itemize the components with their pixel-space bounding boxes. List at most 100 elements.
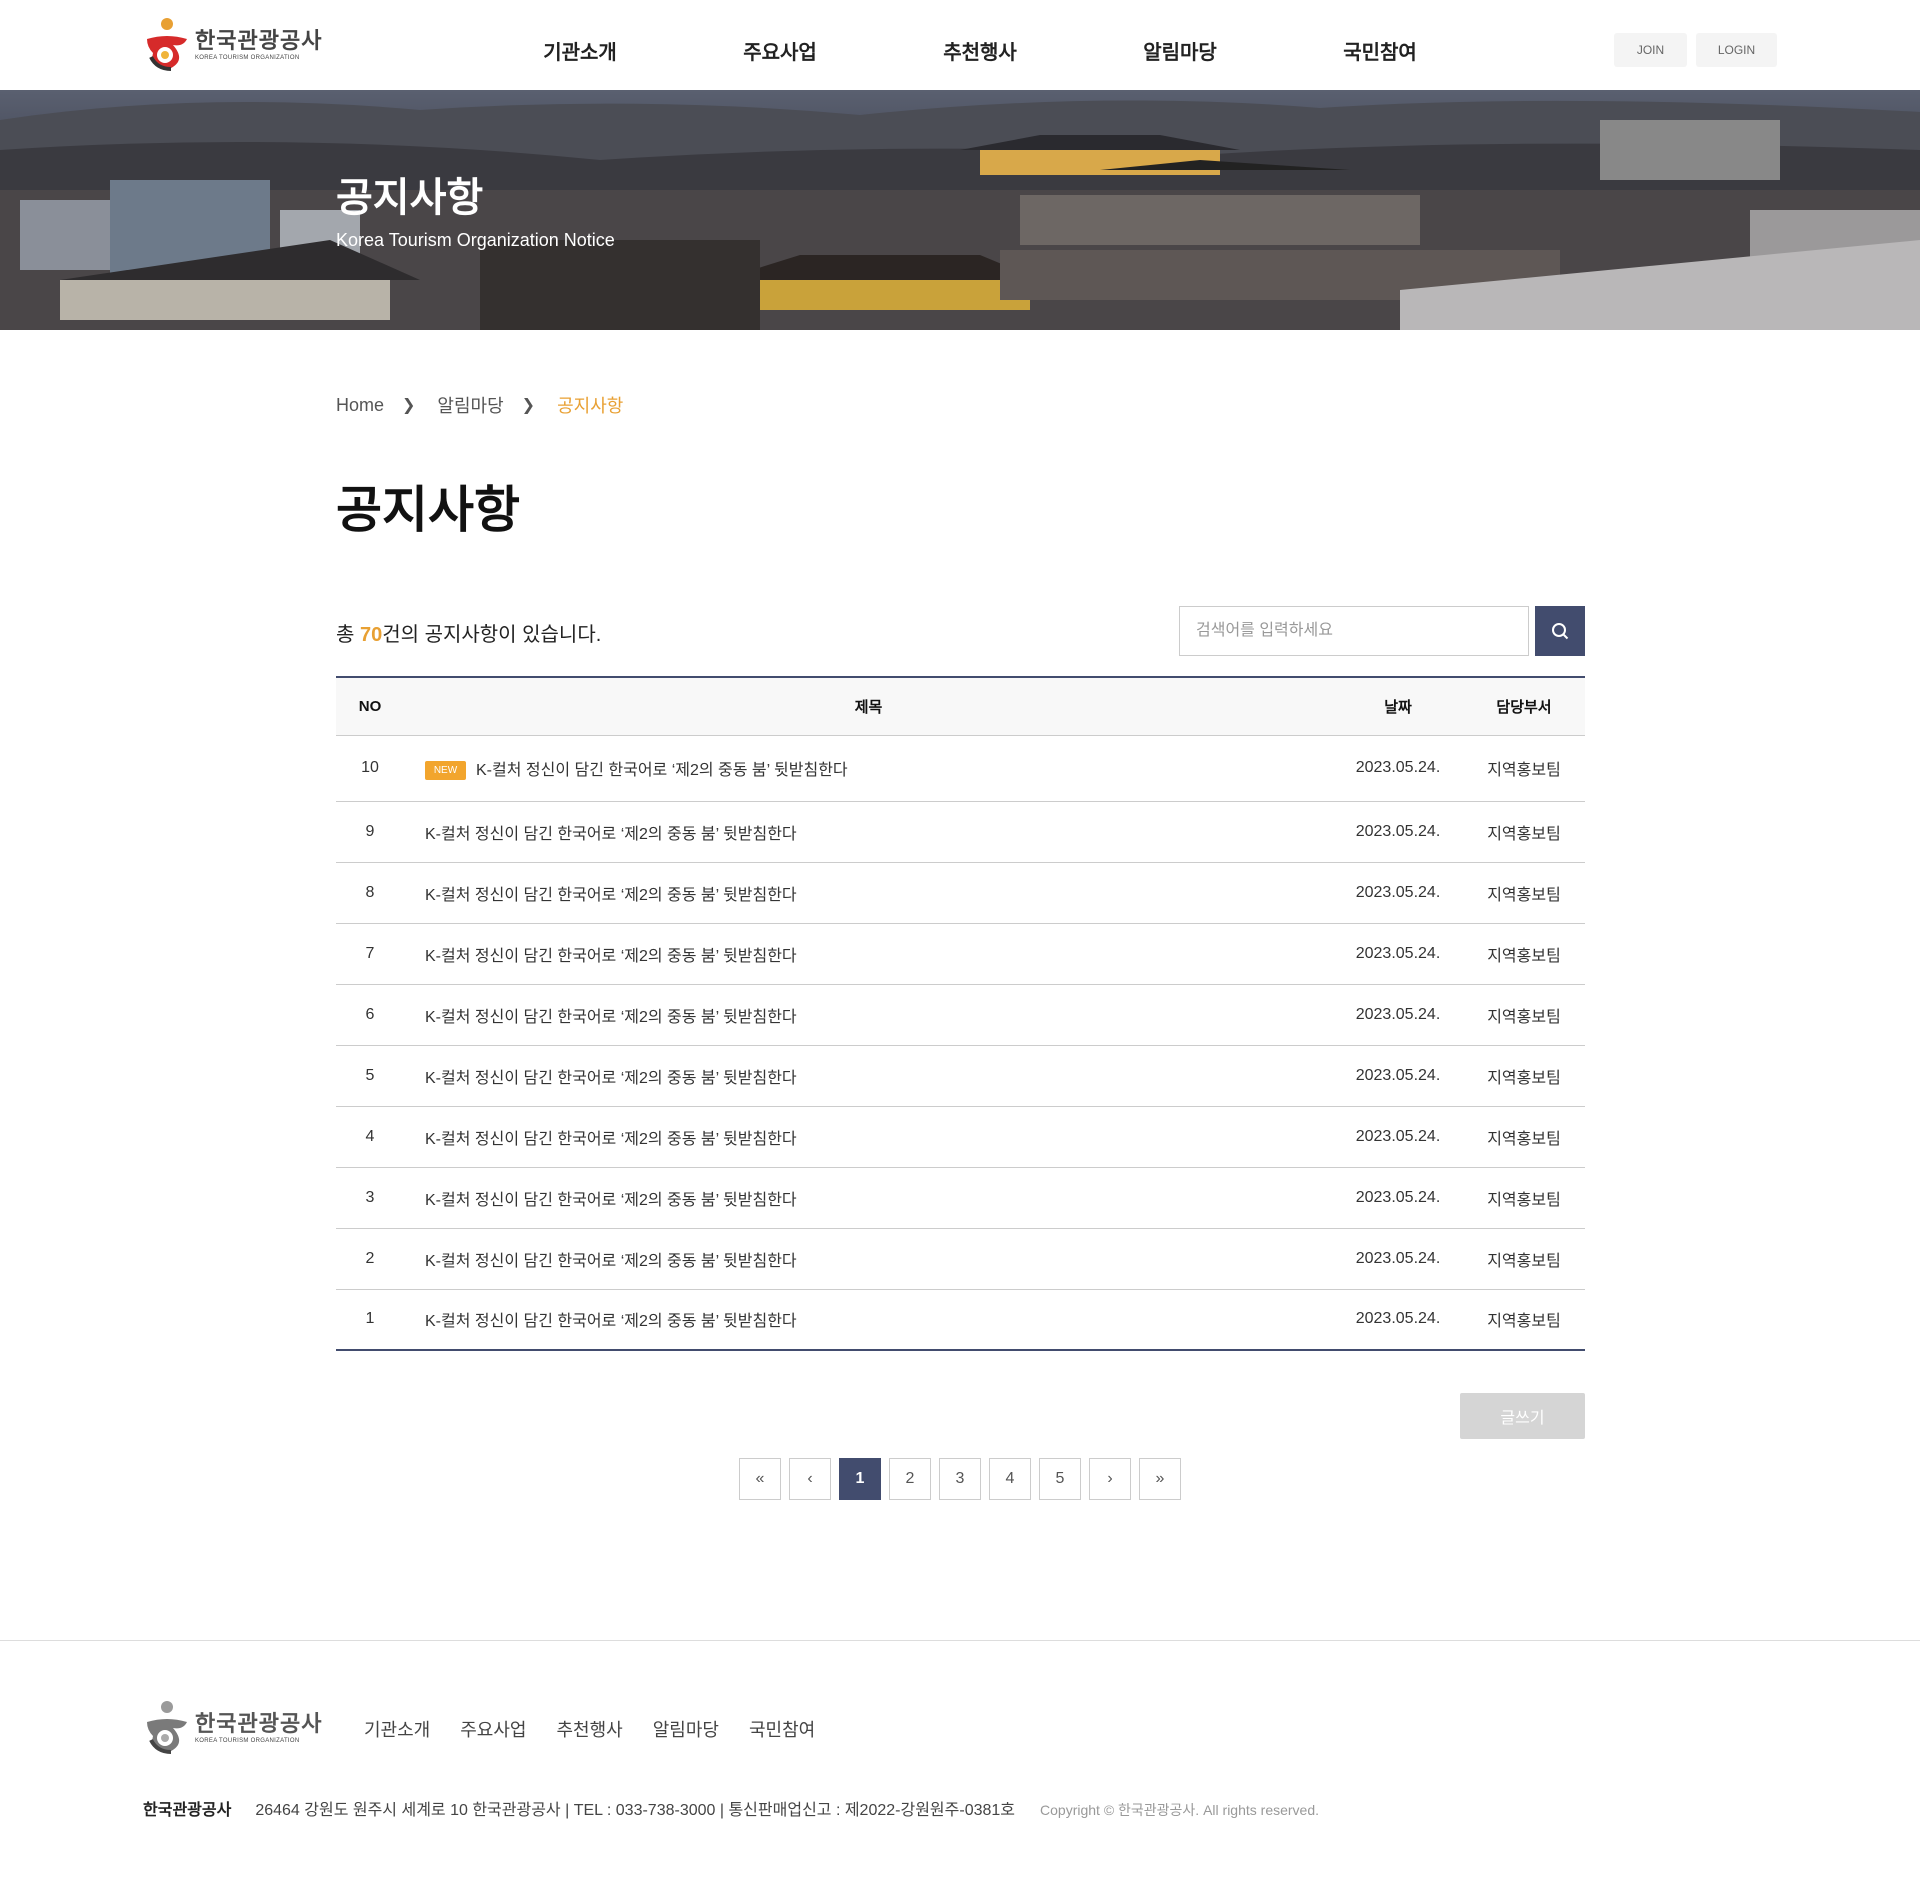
row-title-link[interactable]: K-컬처 정신이 담긴 한국어로 ‘제2의 중동 붐’ 뒷받침한다 [425, 1131, 797, 1148]
table-row[interactable]: 9 K-컬처 정신이 담긴 한국어로 ‘제2의 중동 붐’ 뒷받침한다 2023… [336, 801, 1585, 862]
hero-title: 공지사항 [336, 176, 484, 220]
row-title-cell: K-컬처 정신이 담긴 한국어로 ‘제2의 중동 붐’ 뒷받침한다 [404, 801, 1333, 862]
row-title-link[interactable]: K-컬처 정신이 담긴 한국어로 ‘제2의 중동 붐’ 뒷받침한다 [425, 948, 797, 965]
table-row[interactable]: 1 K-컬처 정신이 담긴 한국어로 ‘제2의 중동 붐’ 뒷받침한다 2023… [336, 1289, 1585, 1350]
row-title-cell: K-컬처 정신이 담긴 한국어로 ‘제2의 중동 붐’ 뒷받침한다 [404, 1289, 1333, 1350]
row-date: 2023.05.24. [1355, 1005, 1441, 1023]
row-dept: 지역홍보팀 [1487, 1130, 1561, 1148]
footer-info: 한국관광공사 26464 강원도 원주시 세계로 10 한국관광공사 | TEL… [143, 1796, 1319, 1820]
nav-item-business[interactable]: 주요사업 [680, 0, 880, 90]
row-date: 2023.05.24. [1355, 1127, 1441, 1145]
logo-text-en: KOREA TOURISM ORGANIZATION [195, 55, 300, 61]
chevron-right-icon: ❯ [521, 397, 536, 414]
nav-item-notice[interactable]: 알림마당 [1080, 0, 1280, 90]
row-title-link[interactable]: K-컬처 정신이 담긴 한국어로 ‘제2의 중동 붐’ 뒷받침한다 [425, 1192, 797, 1209]
page-button-5[interactable]: 5 [1039, 1458, 1081, 1500]
table-row[interactable]: 10 NEW K-컬처 정신이 담긴 한국어로 ‘제2의 중동 붐’ 뒷받침한다 … [336, 735, 1585, 801]
footer-nav-about[interactable]: 기관소개 [364, 1716, 430, 1742]
breadcrumb-level1[interactable]: 알림마당 [437, 392, 503, 418]
nav-item-events[interactable]: 추천행사 [880, 0, 1080, 90]
row-date: 2023.05.24. [1355, 1310, 1441, 1328]
last-page-button[interactable]: » [1139, 1458, 1181, 1500]
table-row[interactable]: 3 K-컬처 정신이 담긴 한국어로 ‘제2의 중동 붐’ 뒷받침한다 2023… [336, 1167, 1585, 1228]
table-row[interactable]: 4 K-컬처 정신이 담긴 한국어로 ‘제2의 중동 붐’ 뒷받침한다 2023… [336, 1106, 1585, 1167]
search-input[interactable] [1179, 606, 1529, 656]
footer-address: 26464 강원도 원주시 세계로 10 한국관광공사 | TEL : 033-… [255, 1802, 1016, 1819]
table-row[interactable]: 5 K-컬처 정신이 담긴 한국어로 ‘제2의 중동 붐’ 뒷받침한다 2023… [336, 1045, 1585, 1106]
row-date: 2023.05.24. [1355, 822, 1441, 840]
footer-nav-participation[interactable]: 국민참여 [749, 1716, 815, 1742]
row-title-cell: K-컬처 정신이 담긴 한국어로 ‘제2의 중동 붐’ 뒷받침한다 [404, 984, 1333, 1045]
footer-nav: 기관소개 주요사업 추천행사 알림마당 국민참여 [364, 1716, 815, 1742]
row-title-cell: K-컬처 정신이 담긴 한국어로 ‘제2의 중동 붐’ 뒷받침한다 [404, 862, 1333, 923]
row-dept: 지역홍보팀 [1487, 1008, 1561, 1026]
footer-logo[interactable]: 한국관광공사 KOREA TOURISM ORGANIZATION [143, 1700, 322, 1756]
row-title-cell: K-컬처 정신이 담긴 한국어로 ‘제2의 중동 붐’ 뒷받침한다 [404, 1106, 1333, 1167]
footer-logo-text-en: KOREA TOURISM ORGANIZATION [195, 1738, 300, 1744]
row-no: 5 [365, 1066, 375, 1084]
footer-copyright: Copyright © 한국관광공사. All rights reserved. [1040, 1802, 1320, 1818]
write-button[interactable]: 글쓰기 [1460, 1393, 1585, 1439]
site-logo[interactable]: 한국관광공사 KOREA TOURISM ORGANIZATION [143, 17, 322, 73]
row-date: 2023.05.24. [1355, 944, 1441, 962]
footer-org-name: 한국관광공사 [143, 1802, 232, 1819]
table-body: 10 NEW K-컬처 정신이 담긴 한국어로 ‘제2의 중동 붐’ 뒷받침한다 … [336, 735, 1585, 1350]
nav-item-participation[interactable]: 국민참여 [1280, 0, 1480, 90]
row-title-link[interactable]: K-컬처 정신이 담긴 한국어로 ‘제2의 중동 붐’ 뒷받침한다 [425, 1009, 797, 1026]
row-dept: 지역홍보팀 [1487, 825, 1561, 843]
notice-table: NO 제목 날짜 담당부서 10 NEW K-컬처 정신이 담긴 한국어로 ‘제2… [336, 676, 1585, 1351]
row-no: 6 [365, 1005, 375, 1023]
row-dept: 지역홍보팀 [1487, 1069, 1561, 1087]
row-title-link[interactable]: K-컬처 정신이 담긴 한국어로 ‘제2의 중동 붐’ 뒷받침한다 [476, 762, 848, 779]
footer-divider [0, 1640, 1920, 1641]
breadcrumb-current: 공지사항 [557, 396, 624, 416]
table-row[interactable]: 8 K-컬처 정신이 담긴 한국어로 ‘제2의 중동 붐’ 뒷받침한다 2023… [336, 862, 1585, 923]
row-title-link[interactable]: K-컬처 정신이 담긴 한국어로 ‘제2의 중동 붐’ 뒷받침한다 [425, 1070, 797, 1087]
row-title-link[interactable]: K-컬처 정신이 담긴 한국어로 ‘제2의 중동 붐’ 뒷받침한다 [425, 887, 797, 904]
page-button-4[interactable]: 4 [989, 1458, 1031, 1500]
search-button[interactable] [1535, 606, 1585, 656]
footer-nav-notice[interactable]: 알림마당 [653, 1716, 719, 1742]
row-no: 7 [365, 944, 375, 962]
page-button-2[interactable]: 2 [889, 1458, 931, 1500]
row-no: 4 [365, 1127, 375, 1145]
row-no: 8 [365, 883, 375, 901]
header-date: 날짜 [1384, 698, 1412, 716]
page-button-3[interactable]: 3 [939, 1458, 981, 1500]
kto-logo-icon [147, 18, 187, 71]
row-title-link[interactable]: K-컬처 정신이 담긴 한국어로 ‘제2의 중동 붐’ 뒷받침한다 [425, 1253, 797, 1270]
footer-nav-business[interactable]: 주요사업 [460, 1716, 526, 1742]
table-row[interactable]: 6 K-컬처 정신이 담긴 한국어로 ‘제2의 중동 붐’ 뒷받침한다 2023… [336, 984, 1585, 1045]
next-page-button[interactable]: › [1089, 1458, 1131, 1500]
nav-item-about[interactable]: 기관소개 [480, 0, 680, 90]
hero-banner: 공지사항 Korea Tourism Organization Notice [0, 90, 1920, 330]
hero-background-image [0, 90, 1920, 330]
login-button[interactable]: LOGIN [1696, 33, 1777, 67]
main-nav: 기관소개 주요사업 추천행사 알림마당 국민참여 [480, 0, 1480, 90]
table-row[interactable]: 2 K-컬처 정신이 담긴 한국어로 ‘제2의 중동 붐’ 뒷받침한다 2023… [336, 1228, 1585, 1289]
count-prefix: 총 [336, 624, 360, 646]
header-no: NO [358, 697, 382, 715]
header-dept: 담당부서 [1496, 698, 1552, 716]
row-date: 2023.05.24. [1355, 883, 1441, 901]
footer-nav-events[interactable]: 추천행사 [557, 1716, 623, 1742]
row-no: 1 [365, 1310, 375, 1328]
row-date: 2023.05.24. [1355, 1066, 1441, 1084]
row-dept: 지역홍보팀 [1487, 886, 1561, 904]
breadcrumb-home[interactable]: Home [336, 395, 384, 416]
row-title-cell: K-컬처 정신이 담긴 한국어로 ‘제2의 중동 붐’ 뒷받침한다 [404, 1167, 1333, 1228]
table-header-row: NO 제목 날짜 담당부서 [336, 677, 1585, 735]
join-button[interactable]: JOIN [1614, 33, 1687, 67]
first-page-button[interactable]: « [739, 1458, 781, 1500]
search-icon [1552, 623, 1569, 640]
table-row[interactable]: 7 K-컬처 정신이 담긴 한국어로 ‘제2의 중동 붐’ 뒷받침한다 2023… [336, 923, 1585, 984]
row-title-cell: K-컬처 정신이 담긴 한국어로 ‘제2의 중동 붐’ 뒷받침한다 [404, 923, 1333, 984]
row-date: 2023.05.24. [1355, 759, 1441, 776]
row-title-link[interactable]: K-컬처 정신이 담긴 한국어로 ‘제2의 중동 붐’ 뒷받침한다 [425, 826, 797, 843]
row-title-link[interactable]: K-컬처 정신이 담긴 한국어로 ‘제2의 중동 붐’ 뒷받침한다 [425, 1313, 797, 1330]
pagination: « ‹ 1 2 3 4 5 › » [739, 1458, 1181, 1500]
page-button-1[interactable]: 1 [839, 1458, 881, 1500]
row-dept: 지역홍보팀 [1487, 762, 1561, 779]
prev-page-button[interactable]: ‹ [789, 1458, 831, 1500]
row-dept: 지역홍보팀 [1487, 947, 1561, 965]
